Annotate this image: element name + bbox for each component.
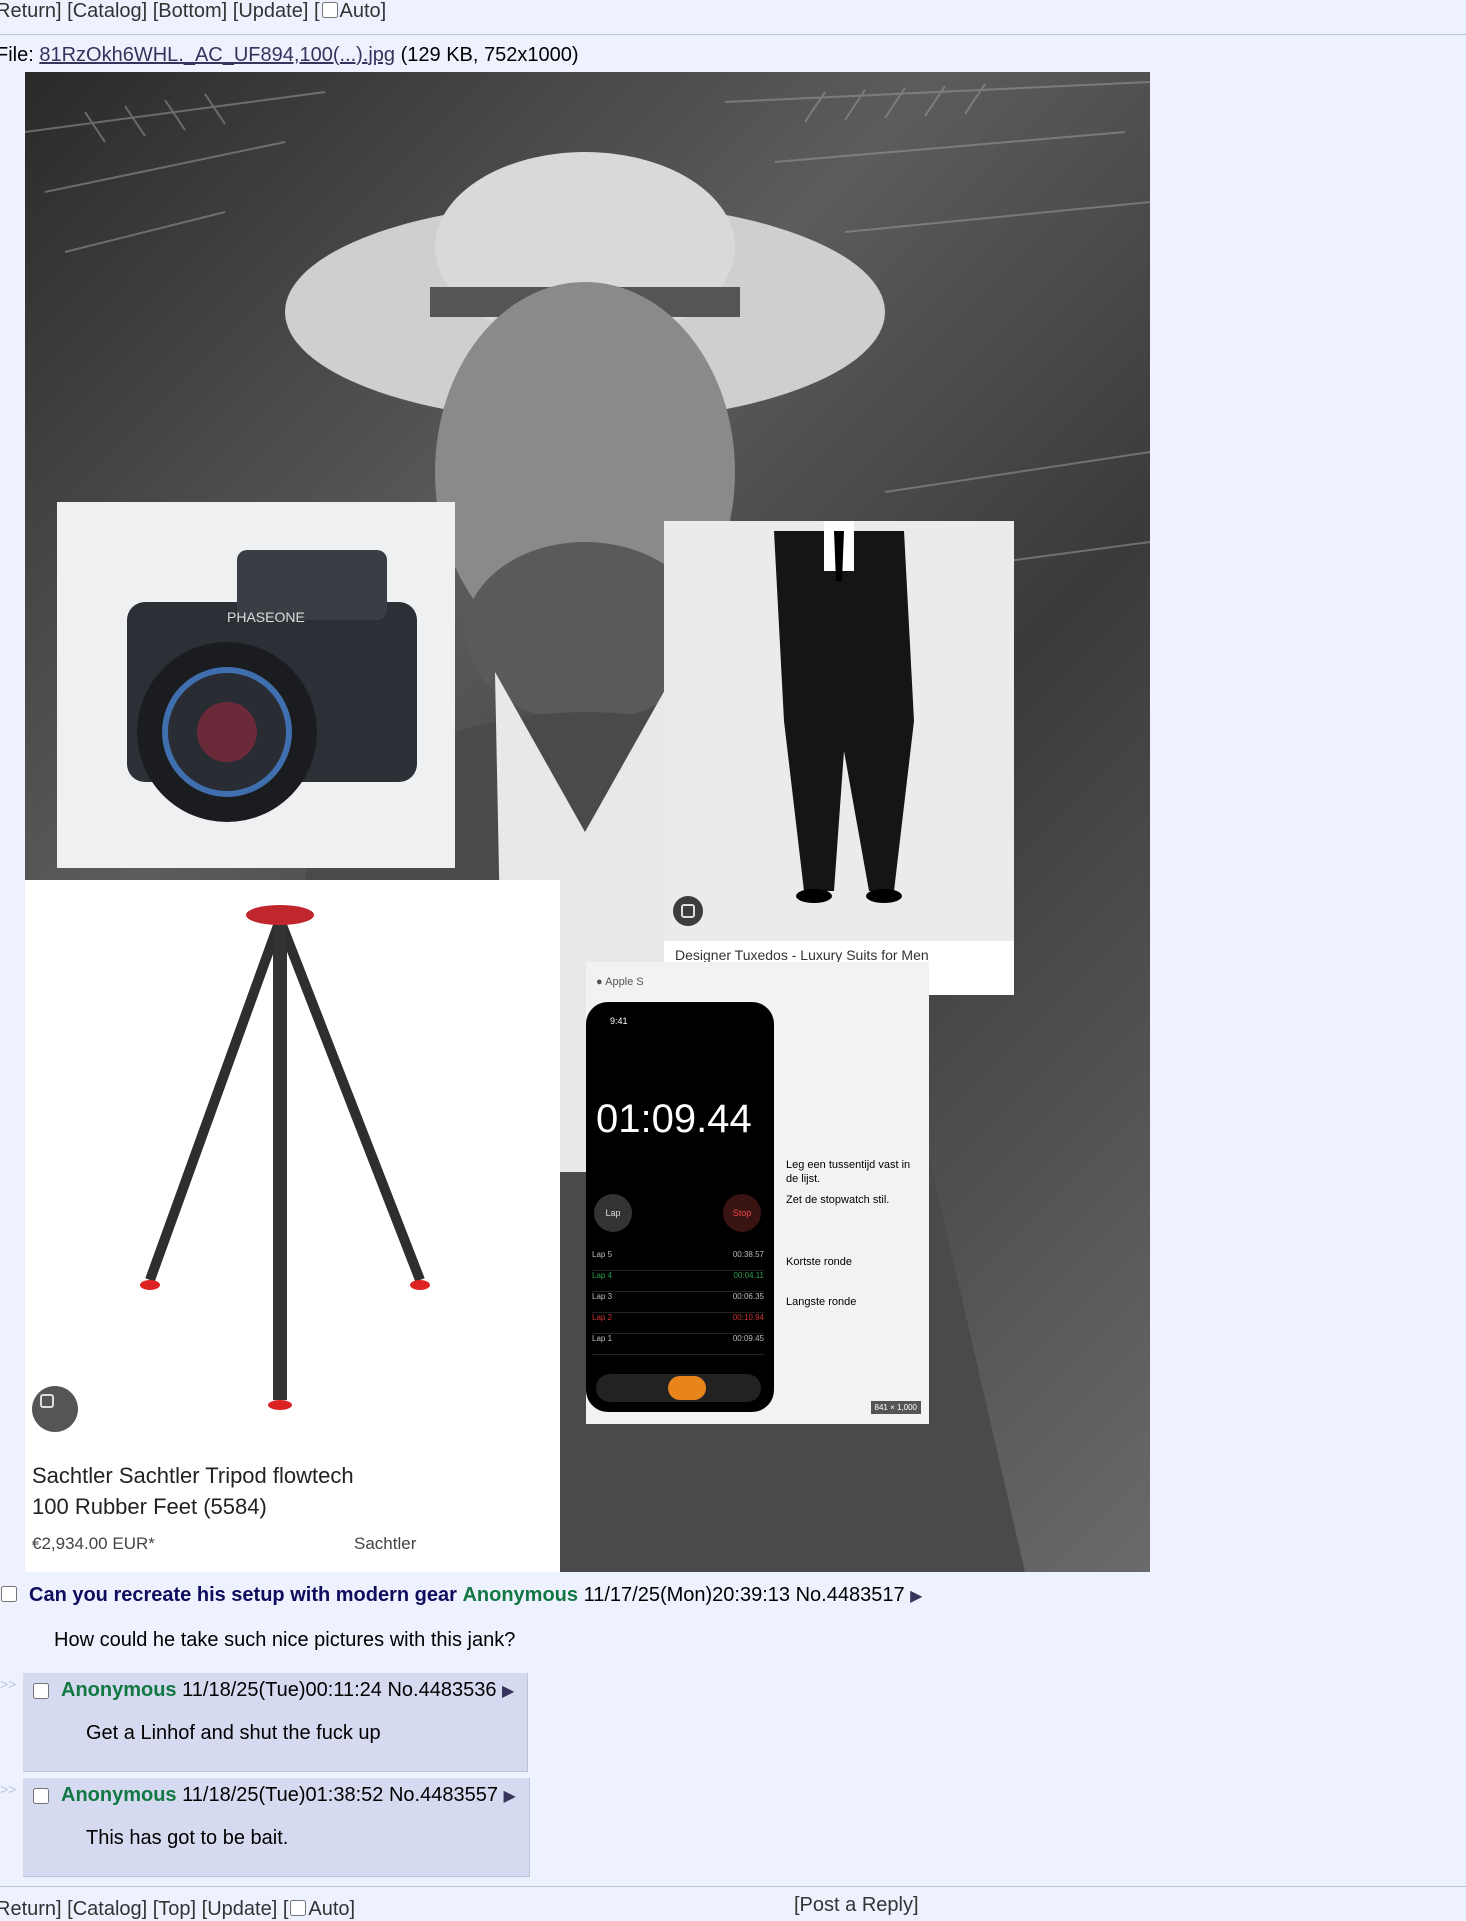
reply-name: Anonymous: [61, 1679, 177, 1701]
top-divider: [0, 34, 1466, 35]
op-datetime: 11/17/25(Mon)20:39:13: [583, 1584, 791, 1606]
bottom-nav: Return] [Catalog] [Top] [Update] [ Auto]: [0, 1898, 355, 1921]
bottom-nav-links[interactable]: Return] [Catalog] [Top] [Update] [: [0, 1898, 288, 1920]
reply-postno[interactable]: No.4483536: [387, 1679, 496, 1701]
reply-postno[interactable]: No.4483557: [389, 1784, 498, 1806]
camera-card: PHASEONE: [57, 502, 455, 868]
top-auto-update-checkbox[interactable]: [321, 2, 338, 18]
top-nav: Return] [Catalog] [Bottom] [Update] [ Aut…: [0, 0, 386, 23]
timer-display: 01:09.44: [596, 1097, 752, 1141]
phone-tabbar: [596, 1374, 761, 1402]
note-short: Kortste ronde: [786, 1256, 853, 1268]
image-dims: 841 × 1,000: [870, 1401, 921, 1414]
top-auto-label: Auto]: [339, 0, 387, 22]
lap-time: 00:04.11: [733, 1271, 764, 1280]
tripod-seller: Sachtler: [354, 1534, 417, 1553]
lap-row: Lap 4 00:04.11: [592, 1271, 764, 1292]
lap-label: Lap 1: [592, 1334, 613, 1343]
lap-time: 00:10.94: [732, 1313, 764, 1322]
lap-label: Lap 4: [592, 1271, 613, 1280]
op-subject: Can you recreate his setup with modern g…: [29, 1584, 457, 1606]
op-postno[interactable]: No.4483517: [796, 1584, 905, 1606]
file-info: File: 81RzOkh6WHL._AC_UF894,100(...).jpg…: [0, 44, 579, 67]
reply-post: Anonymous 11/18/25(Tue)00:11:24 No.44835…: [23, 1673, 528, 1772]
bottom-auto-label: Auto]: [308, 1898, 356, 1920]
lap-button: Lap: [594, 1194, 632, 1232]
lap-time: 00:38.57: [732, 1250, 764, 1259]
camera-brand: PHASEONE: [227, 609, 305, 625]
stop-button: Stop: [723, 1194, 761, 1232]
suit-card: Designer Tuxedos - Luxury Suits for Men …: [664, 521, 1014, 995]
phone-screen: 9:41 01:09.44 Lap Stop Lap 5 00:38.57 Lap …: [586, 1002, 774, 1412]
reply-message: This has got to be bait.: [86, 1827, 289, 1849]
note-long: Langste ronde: [786, 1296, 857, 1308]
reply-menu-arrow-icon[interactable]: ▶: [504, 1788, 516, 1805]
tripod-illustration: [140, 905, 430, 1410]
lap-time: 00:06.35: [732, 1292, 764, 1301]
apple-icon: ●: [596, 976, 603, 988]
reply-datetime: 11/18/25(Tue)01:38:52: [182, 1784, 384, 1806]
op-menu-arrow-icon[interactable]: ▶: [910, 1588, 922, 1605]
lap-time: 00:09.45: [732, 1334, 764, 1343]
lens-search-icon-2: [32, 1386, 78, 1432]
tripod-title: Sachtler Sachtler Tripod flowtech 100 Ru…: [32, 1463, 354, 1519]
op-message: How could he take such nice pictures wit…: [54, 1629, 516, 1651]
op-checkbox[interactable]: [1, 1586, 17, 1602]
reply-checkbox[interactable]: [33, 1788, 49, 1804]
lap-row: Lap 2 00:10.94: [592, 1313, 764, 1334]
tab-stopwatch: [668, 1376, 706, 1400]
file-link[interactable]: 81RzOkh6WHL._AC_UF894,100(...).jpg: [39, 44, 395, 66]
phone-time: 9:41: [610, 1016, 628, 1026]
tripod-price: €2,934.00 EUR*: [32, 1534, 155, 1553]
suit-illustration: [774, 521, 914, 903]
op-image[interactable]: PHASEONE Designer Tuxedos - Luxury Suits…: [25, 72, 1150, 1572]
lap-row: Lap 1 00:09.45: [592, 1334, 764, 1355]
apple-source: ● Apple S: [596, 976, 644, 988]
reply-checkbox[interactable]: [33, 1683, 49, 1699]
file-meta: (129 KB, 752x1000): [400, 44, 579, 66]
lap-label: Lap 5: [592, 1250, 613, 1259]
lap-list: Lap 5 00:38.57 Lap 4 00:04.11 Lap 3 00:06.35 L…: [592, 1250, 764, 1355]
camera-illustration: PHASEONE: [127, 550, 417, 822]
reply-header: Anonymous 11/18/25(Tue)01:38:52 No.44835…: [61, 1784, 516, 1807]
lap-label: Lap 2: [592, 1313, 613, 1322]
reply-header: Anonymous 11/18/25(Tue)00:11:24 No.44835…: [61, 1679, 514, 1702]
op-name: Anonymous: [462, 1584, 579, 1606]
reply-menu-arrow-icon[interactable]: ▶: [502, 1683, 514, 1700]
reply-arrows: >>: [0, 1676, 17, 1692]
stopwatch-card: ● Apple S 9:41 01:09.44 Lap Stop Lap 5 00…: [586, 962, 929, 1424]
lap-row: Lap 5 00:38.57: [592, 1250, 764, 1271]
reply-name: Anonymous: [61, 1784, 177, 1806]
note-stop: Zet de stopwatch stil.: [786, 1194, 890, 1206]
tripod-card: Sachtler Sachtler Tripod flowtech 100 Ru…: [25, 880, 560, 1572]
reply-datetime: 11/18/25(Tue)00:11:24: [182, 1679, 382, 1701]
op-header: Can you recreate his setup with modern g…: [29, 1584, 922, 1607]
note-lap: Leg een tussentijd vast in de lijst.: [786, 1159, 911, 1185]
top-nav-links[interactable]: Return] [Catalog] [Bottom] [Update] [: [0, 0, 320, 22]
bottom-divider: [0, 1886, 1466, 1887]
reply-post: Anonymous 11/18/25(Tue)01:38:52 No.44835…: [23, 1778, 530, 1877]
lens-search-icon: [673, 896, 703, 926]
lap-label: Lap 3: [592, 1292, 613, 1301]
file-label: File:: [0, 44, 40, 66]
reply-message: Get a Linhof and shut the fuck up: [86, 1722, 381, 1744]
lap-row: Lap 3 00:06.35: [592, 1292, 764, 1313]
reply-arrows: >>: [0, 1781, 17, 1797]
